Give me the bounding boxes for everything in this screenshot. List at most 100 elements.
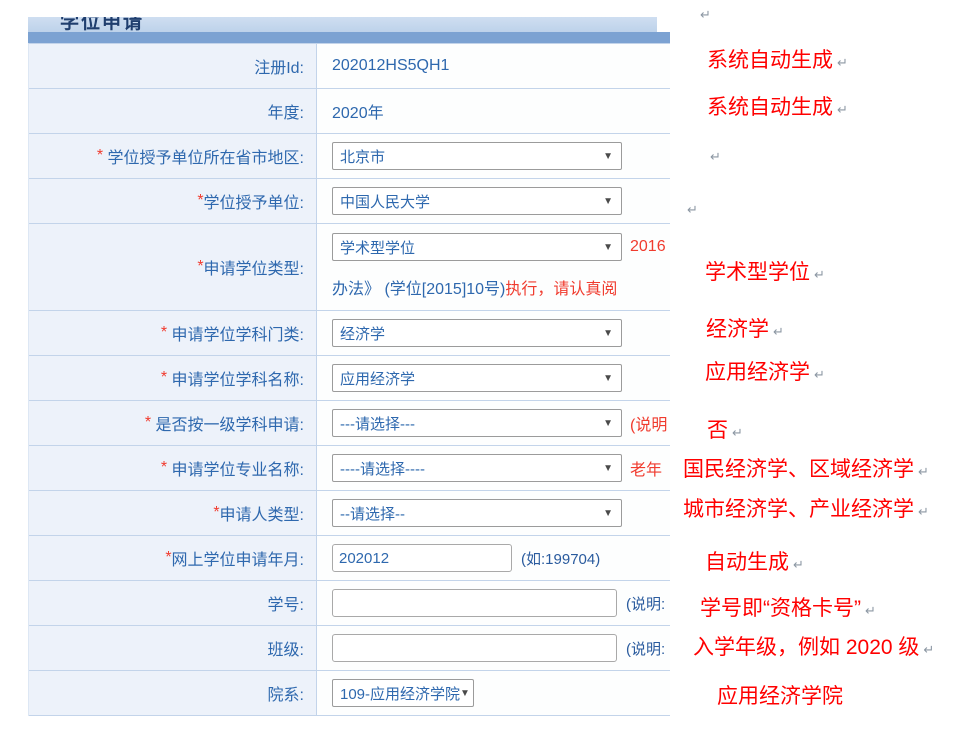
field-province: 北京市▼ <box>316 134 670 178</box>
return-mark-icon: ↵ <box>918 464 929 479</box>
field-label-text: 申请学位类型: <box>204 255 304 279</box>
field-degree-type: 学术型学位▼ 2016 办法》 (学位[2015]10号) 执行，请认真阅 <box>316 224 670 310</box>
field-label-text: 年度: <box>268 99 304 123</box>
degree-type-select[interactable]: 学术型学位▼ <box>332 233 622 261</box>
annotation-note: 学术型学位↵ <box>705 262 825 283</box>
table-row: 院系: 109-应用经济学院▼ <box>29 671 670 716</box>
field-label: 注册Id: <box>29 44 316 88</box>
annotation-text: 应用经济学院 <box>717 685 843 708</box>
field-label-text: 班级: <box>268 636 304 660</box>
dropdown-arrow-icon: ▼ <box>603 151 613 162</box>
page-root: ▪▪ 学位申请 注册Id: 202012HS5QH1 年度: 2020年 * 学… <box>0 0 962 745</box>
annotation-text: 入学年级，例如 2020 级 <box>693 636 919 659</box>
field-apply-ym: (如:199704) <box>316 536 670 580</box>
field-label-text: 学位授予单位: <box>204 189 304 213</box>
selected-option: 109-应用经济学院 <box>340 683 460 704</box>
regulation-text: 办法》 (学位[2015]10号) <box>332 275 505 299</box>
field-label: * 学位授予单位所在省市地区: <box>29 134 316 178</box>
first-level-select[interactable]: ---请选择---▼ <box>332 409 622 437</box>
selected-option: 学术型学位 <box>340 237 415 258</box>
field-label: *网上学位申请年月: <box>29 536 316 580</box>
field-department: 109-应用经济学院▼ <box>316 671 670 715</box>
annotation-note: 系统自动生成 ↵ <box>707 97 848 118</box>
class-input[interactable] <box>332 634 617 662</box>
annotation-note: 城市经济学、产业经济学 ↵ <box>683 499 929 520</box>
selected-option: 中国人民大学 <box>340 191 430 212</box>
field-label-text: 申请学位学科名称: <box>167 366 304 390</box>
field-label: *申请人类型: <box>29 491 316 535</box>
return-mark-icon: ↵ <box>814 367 825 382</box>
return-mark-icon: ↵ <box>865 603 876 618</box>
field-label: *申请学位类型: <box>29 224 316 310</box>
field-label-text: 学位授予单位所在省市地区: <box>103 144 304 168</box>
inline-hint: (说明: <box>626 593 665 614</box>
table-row: *学位授予单位: 中国人民大学 ▼ <box>29 179 670 224</box>
field-label: * 是否按一级学科申请: <box>29 401 316 445</box>
return-mark-icon: ↵ <box>837 102 848 117</box>
field-label-text: 学号: <box>268 591 304 615</box>
field-label-text: 申请学位专业名称: <box>167 456 304 480</box>
table-row: *申请人类型: --请选择-- ▼ <box>29 491 670 536</box>
inline-red-note: (说明 <box>630 411 667 435</box>
selected-option: ----请选择---- <box>340 458 425 479</box>
field-label: 年度: <box>29 89 316 133</box>
table-row: 班级: (说明: <box>29 626 670 671</box>
discipline-name-select[interactable]: 应用经济学 ▼ <box>332 364 622 392</box>
table-row: * 申请学位学科门类: 经济学 ▼ <box>29 311 670 356</box>
dropdown-arrow-icon: ▼ <box>603 508 613 519</box>
field-label: 班级: <box>29 626 316 670</box>
table-row: * 申请学位专业名称: ----请选择----▼ 老年 <box>29 446 670 491</box>
dropdown-arrow-icon: ▼ <box>603 373 613 384</box>
section-title: 学位申请 <box>60 17 144 32</box>
return-mark-icon: ↵ <box>732 425 743 440</box>
return-mark-icon: ↵ <box>923 642 934 657</box>
annotation-note: 入学年级，例如 2020 级 ↵ <box>693 637 934 658</box>
selected-option: 经济学 <box>340 323 385 344</box>
table-row: 年度: 2020年 <box>29 89 670 134</box>
dropdown-arrow-icon: ▼ <box>603 328 613 339</box>
field-label-text: 申请学位学科门类: <box>167 321 304 345</box>
applicant-type-select[interactable]: --请选择-- ▼ <box>332 499 622 527</box>
annotation-note: 系统自动生成↵ <box>707 50 848 71</box>
inline-hint: (说明: <box>626 638 665 659</box>
discipline-category-select[interactable]: 经济学 ▼ <box>332 319 622 347</box>
field-applicant-type: --请选择-- ▼ <box>316 491 670 535</box>
annotation-text: 否 <box>707 419 728 442</box>
field-label: * 申请学位学科门类: <box>29 311 316 355</box>
selected-option: 应用经济学 <box>340 368 415 389</box>
province-select[interactable]: 北京市▼ <box>332 142 622 170</box>
department-select[interactable]: 109-应用经济学院▼ <box>332 679 474 707</box>
field-year: 2020年 <box>316 89 670 133</box>
annotation-text: 学术型学位 <box>705 261 810 284</box>
form-table: 注册Id: 202012HS5QH1 年度: 2020年 * 学位授予单位所在省… <box>28 43 670 716</box>
field-label: 院系: <box>29 671 316 715</box>
dropdown-arrow-icon: ▼ <box>603 418 613 429</box>
annotation-text: 系统自动生成 <box>707 49 833 72</box>
field-major-name: ----请选择----▼ 老年 <box>316 446 670 490</box>
inline-hint: (如:199704) <box>521 548 600 569</box>
inline-red-note: 2016 <box>630 238 666 256</box>
annotation-text: 经济学 <box>706 318 769 341</box>
apply-ym-input[interactable] <box>332 544 512 572</box>
form-region: ▪▪ 学位申请 注册Id: 202012HS5QH1 年度: 2020年 * 学… <box>28 17 670 717</box>
field-value-text: 2020年 <box>332 99 384 123</box>
field-discipline-category: 经济学 ▼ <box>316 311 670 355</box>
dropdown-arrow-icon: ▼ <box>603 196 613 207</box>
field-value-text: 202012HS5QH1 <box>332 57 449 75</box>
return-mark-icon: ↵ <box>773 324 784 339</box>
annotation-note: 否↵ <box>707 420 743 441</box>
field-label: * 申请学位专业名称: <box>29 446 316 490</box>
field-label-text: 网上学位申请年月: <box>172 546 304 570</box>
selected-option: --请选择-- <box>340 503 405 524</box>
field-reg-id: 202012HS5QH1 <box>316 44 670 88</box>
annotation-note: 应用经济学↵ <box>705 362 825 383</box>
student-no-input[interactable] <box>332 589 617 617</box>
field-label: *学位授予单位: <box>29 179 316 223</box>
annotation-text: 城市经济学、产业经济学 <box>683 498 914 521</box>
return-mark-icon: ↵ <box>918 504 929 519</box>
degree-unit-select[interactable]: 中国人民大学 ▼ <box>332 187 622 215</box>
annotation-text: 系统自动生成 <box>707 96 833 119</box>
field-student-no: (说明: <box>316 581 670 625</box>
field-label-text: 申请人类型: <box>220 501 304 525</box>
major-select[interactable]: ----请选择----▼ <box>332 454 622 482</box>
